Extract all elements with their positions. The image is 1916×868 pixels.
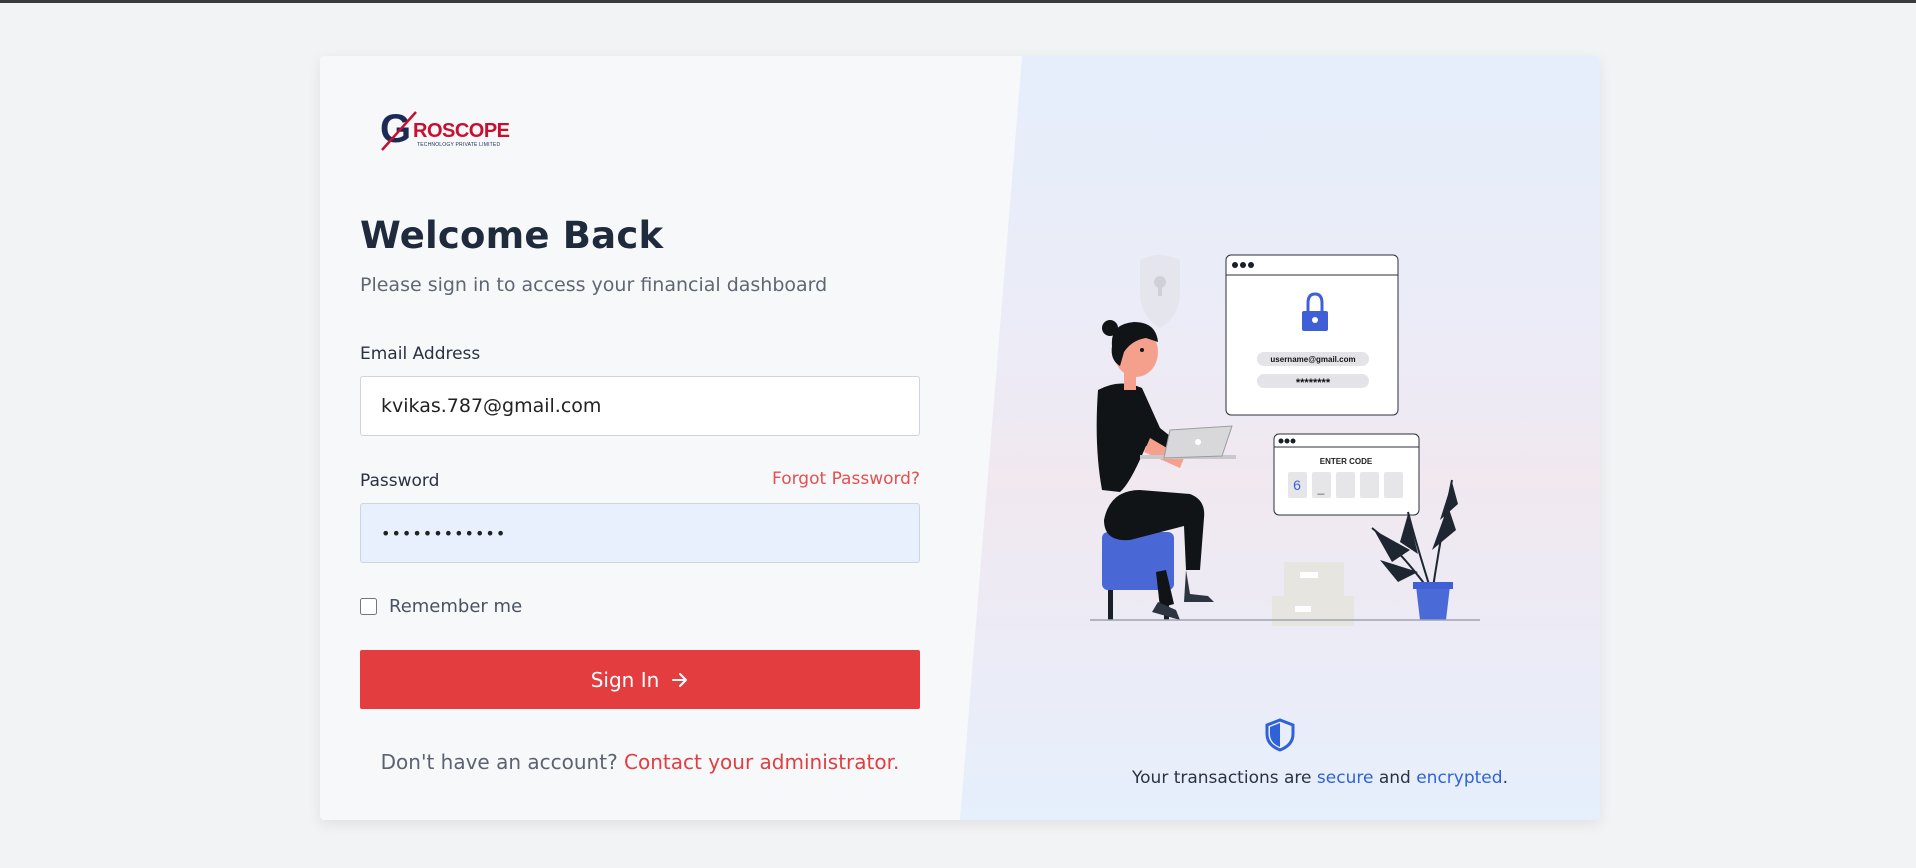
security-note-suffix: . xyxy=(1502,768,1508,788)
email-label: Email Address xyxy=(360,344,481,364)
filing-boxes xyxy=(1272,562,1354,626)
login-window: username@gmail.com ******** xyxy=(1225,254,1399,416)
security-note-and: and xyxy=(1378,768,1411,788)
remember-me-row: Remember me xyxy=(360,596,522,617)
email-field[interactable] xyxy=(360,376,920,436)
password-field[interactable] xyxy=(360,503,920,563)
security-note-prefix: Your transactions are xyxy=(1132,768,1312,788)
remember-me-label: Remember me xyxy=(389,596,523,617)
enter-code-label: ENTER CODE xyxy=(1320,457,1373,466)
illustration-password: ******** xyxy=(1296,377,1331,389)
company-logo: G ROSCOPE TECHNOLOGY PRIVATE LIMITED xyxy=(380,106,510,154)
security-note: Your transactions are secure and encrypt… xyxy=(1040,768,1600,788)
security-note-encrypted: encrypted xyxy=(1416,768,1503,788)
code-cursor: _ xyxy=(1317,481,1325,495)
illustration-username: username@gmail.com xyxy=(1270,355,1355,364)
top-edge-bar xyxy=(0,0,1916,3)
person-illustration xyxy=(1096,320,1236,620)
signup-prompt: Don't have an account? Contact your admi… xyxy=(360,750,920,774)
security-note-secure: secure xyxy=(1316,768,1374,788)
background-shield-icon xyxy=(1140,255,1180,328)
contact-admin-link[interactable]: Contact your administrator. xyxy=(624,750,899,774)
sign-in-button[interactable]: Sign In xyxy=(360,650,920,709)
page-title: Welcome Back xyxy=(360,214,664,257)
security-illustration: username@gmail.com ******** ENTER CODE 6… xyxy=(1090,254,1480,626)
forgot-password-link[interactable]: Forgot Password? xyxy=(772,469,920,489)
sign-in-label: Sign In xyxy=(590,667,660,692)
logo-subtitle: TECHNOLOGY PRIVATE LIMITED xyxy=(417,142,501,148)
page-subtitle: Please sign in to access your financial … xyxy=(360,274,828,296)
remember-me-checkbox[interactable] xyxy=(360,598,377,615)
logo-letter: G xyxy=(380,107,411,151)
code-window: ENTER CODE 6 _ xyxy=(1273,433,1420,516)
shield-icon xyxy=(1265,718,1295,752)
code-digit: 6 xyxy=(1293,477,1301,493)
password-label: Password xyxy=(360,471,440,491)
arrow-right-icon xyxy=(672,672,688,687)
logo-wordmark: ROSCOPE xyxy=(413,120,510,142)
no-account-text: Don't have an account? xyxy=(380,750,618,774)
